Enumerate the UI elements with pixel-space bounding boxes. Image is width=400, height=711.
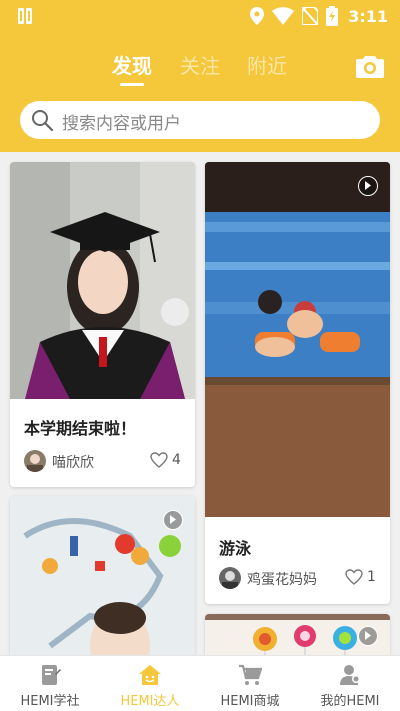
notebook-icon [42, 665, 61, 685]
author-name[interactable]: 鸡蛋花妈妈 [247, 569, 317, 589]
like-button[interactable]: 4 [150, 452, 181, 468]
like-button[interactable]: 1 [345, 569, 376, 585]
shopping-cart-icon [239, 664, 262, 685]
nav-item-hemi-academy[interactable]: HEMI学社 [0, 656, 100, 711]
post-title: 游泳 [219, 539, 252, 558]
top-tabs: 发现 关注 附近 [0, 50, 400, 90]
nav-label: HEMI达人 [120, 694, 180, 709]
heart-icon [150, 452, 168, 468]
tab-discover[interactable]: 发现 [112, 50, 152, 79]
nav-item-hemi-expert[interactable]: HEMI达人 [100, 656, 200, 711]
tab-nearby[interactable]: 附近 [247, 50, 287, 79]
avatar[interactable] [219, 567, 241, 589]
like-count: 4 [172, 452, 181, 468]
no-sim-icon [302, 7, 319, 25]
feed-card[interactable]: 游泳 鸡蛋花妈妈 1 [205, 162, 390, 604]
post-title: 本学期结束啦！ [24, 419, 137, 438]
heart-icon [345, 569, 363, 585]
app-header: 3:11 发现 关注 附近 搜索内容或用户 [0, 0, 400, 152]
wifi-icon [272, 7, 295, 25]
nav-item-my-hemi[interactable]: 我的HEMI [300, 656, 400, 711]
nav-label: 我的HEMI [320, 694, 380, 709]
nav-item-hemi-shop[interactable]: HEMI商城 [200, 656, 300, 711]
search-icon [32, 110, 54, 132]
bottom-nav: HEMI学社 HEMI达人 HEMI商城 我的HEMI [0, 655, 400, 711]
smiley-house-icon [139, 665, 161, 685]
search-input[interactable]: 搜索内容或用户 [62, 109, 362, 134]
play-icon [358, 626, 378, 646]
avatar[interactable] [24, 450, 46, 472]
author-name[interactable]: 喵欣欣 [52, 452, 94, 472]
search-bar[interactable]: 搜索内容或用户 [20, 101, 380, 139]
like-count: 1 [367, 569, 376, 585]
feed-card[interactable]: 本学期结束啦！ 喵欣欣 4 [10, 162, 195, 487]
clock: 3:11 [348, 6, 388, 26]
tab-follow[interactable]: 关注 [180, 50, 220, 79]
play-icon [358, 176, 378, 196]
app-notification-icon [18, 8, 32, 24]
active-tab-indicator [120, 83, 144, 86]
user-icon [340, 665, 360, 685]
feed-card[interactable] [10, 496, 195, 655]
battery-charging-icon [326, 6, 339, 26]
feed-card[interactable] [205, 614, 390, 655]
nav-label: HEMI学社 [20, 694, 80, 709]
location-icon [250, 7, 265, 25]
post-image [205, 162, 390, 517]
play-icon [163, 510, 183, 530]
camera-icon[interactable] [356, 54, 384, 78]
discover-feed: 本学期结束啦！ 喵欣欣 4 游泳 鸡蛋花妈妈 1 [0, 152, 400, 655]
post-image [10, 162, 195, 399]
nav-label: HEMI商城 [220, 694, 280, 709]
status-bar: 3:11 [0, 0, 400, 32]
